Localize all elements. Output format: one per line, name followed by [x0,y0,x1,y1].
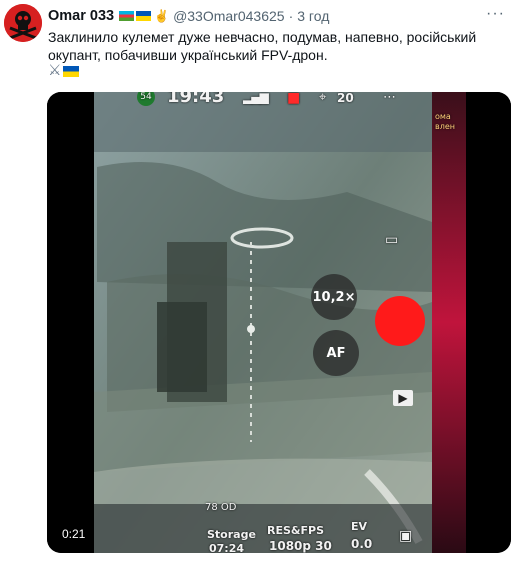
side-text: ома влен [435,112,455,131]
video-frame [47,92,511,553]
user-handle[interactable]: @33Omar043625 [173,8,285,24]
menu-icon[interactable]: ⋯ [383,92,396,105]
video-duration: 0:21 [57,525,91,543]
video-player[interactable]: 54 19:43 ▂▄▆ ■ ⌖ 20 ⋯ ома влен ▭ 10,2× A… [47,92,511,553]
ev-value: 0.0 [351,537,373,551]
playback-icon[interactable]: ▶ [393,390,413,406]
avatar[interactable] [4,4,42,42]
storage-value: 78 OD [205,502,237,513]
tweet-header: Omar 033 ✌ @33Omar043625 · 3 год [48,7,329,25]
tweet-text: Заклинило кулемет дуже невчасно, подумав… [48,29,477,63]
res-fps-value: 1080p 30 [269,539,332,553]
ukraine-flag-icon [63,65,80,77]
tweet-card[interactable]: Omar 033 ✌ @33Omar043625 · 3 год ··· Зак… [0,0,519,561]
auto-mode-icon[interactable]: ▣ [399,528,412,544]
zoom-button[interactable]: 10,2× [311,274,357,320]
header-emoji: ✌ [119,9,169,23]
camera-mode-icon[interactable]: ▭ [385,232,398,248]
gps-icon: ⌖ [319,92,327,105]
signal-bars-icon: ▂▄▆ [243,92,269,104]
alert-icon: ■ [287,92,301,106]
satellite-count: 20 [337,92,354,105]
tweet-emoji-line: ⚔ [48,62,80,79]
autofocus-button[interactable]: AF [313,330,359,376]
record-button[interactable] [375,296,425,346]
display-name[interactable]: Omar 033 [48,8,114,24]
clock-readout: 19:43 [167,92,225,107]
more-options-icon[interactable]: ··· [486,5,505,23]
separator-dot: · [288,8,294,24]
pirate-skull-icon [4,4,42,42]
res-fps-label: RES&FPS [267,524,324,537]
victory-hand-icon: ✌ [154,9,170,23]
crossed-swords-icon: ⚔ [48,62,62,79]
azerbaijan-flag-icon [119,11,135,21]
ukraine-flag-icon [136,11,152,21]
ev-label: EV [351,520,368,533]
storage-free: 07:24 [209,542,245,553]
timestamp[interactable]: 3 год [297,8,329,24]
storage-label: Storage [207,528,256,541]
